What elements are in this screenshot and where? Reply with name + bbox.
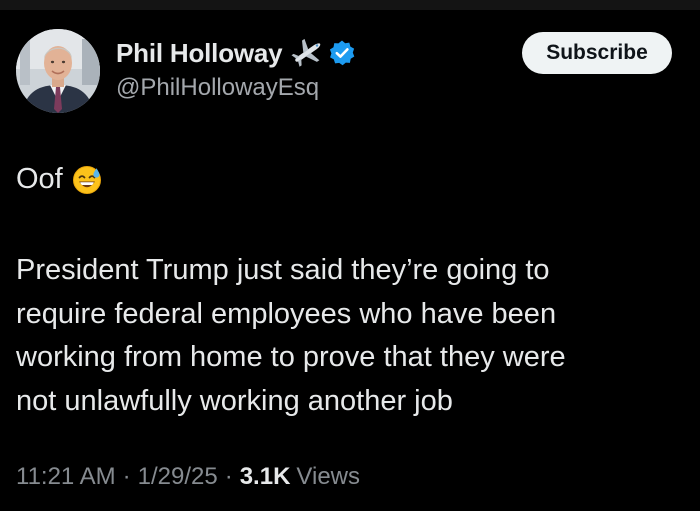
tweet-date[interactable]: 1/29/25 [138, 463, 218, 491]
window-top-edge [0, 0, 700, 10]
author-handle[interactable]: @PhilHollowayEsq [116, 74, 319, 102]
author-display-name[interactable]: Phil Holloway [116, 38, 283, 69]
tweet-body-line: working from home to prove that they wer… [16, 341, 566, 373]
tweet-body-line: not unlawfully working another job [16, 384, 453, 417]
author-name-row: Phil Holloway [116, 35, 356, 71]
meta-separator: · [224, 463, 233, 490]
grinning-face-with-sweat-icon [72, 165, 102, 195]
tweet-intro-line: Oof [16, 163, 102, 196]
tweet-body-line: require federal employees who have been [16, 297, 557, 330]
meta-separator: · [122, 463, 131, 490]
tweet-body: President Trump just said they’re going … [16, 249, 686, 423]
airplane-icon [290, 38, 324, 68]
tweet-intro-text: Oof [16, 163, 63, 195]
tweet-meta: 11:21 AM · 1/29/25 · 3.1K Views [16, 463, 360, 491]
avatar[interactable] [16, 29, 100, 113]
avatar-photo [16, 29, 100, 113]
subscribe-button[interactable]: Subscribe [522, 32, 672, 74]
verified-badge-icon[interactable] [328, 39, 356, 67]
tweet-time[interactable]: 11:21 AM [16, 463, 116, 491]
tweet-body-line: President Trump just said they’re going … [16, 254, 550, 286]
views-count[interactable]: 3.1K [240, 463, 291, 491]
views-label[interactable]: Views [296, 463, 360, 491]
